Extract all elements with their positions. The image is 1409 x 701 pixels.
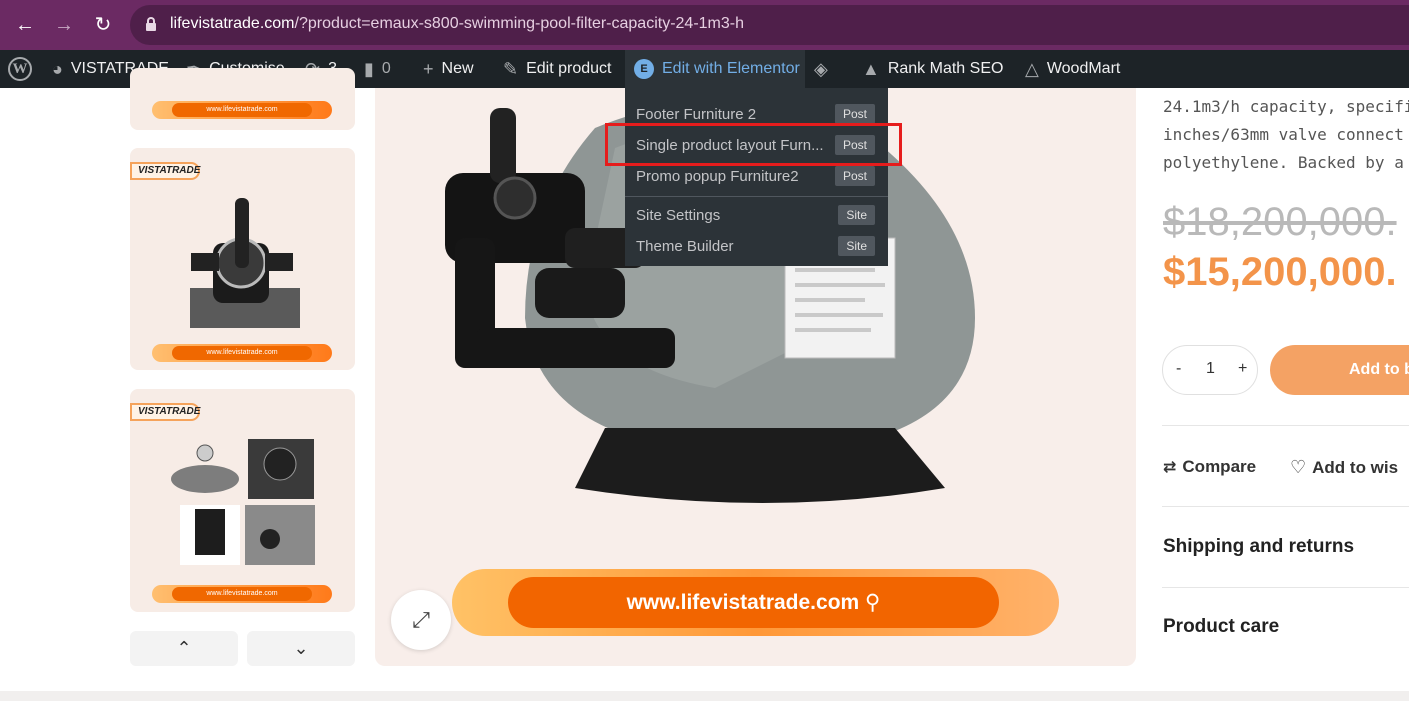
rank-math-icon: ▲ <box>862 59 880 79</box>
divider <box>1162 425 1409 426</box>
quantity-stepper: - 1 + <box>1162 345 1258 395</box>
sale-price: $15,200,000. <box>1163 250 1397 294</box>
menu-item-site-settings[interactable]: Site Settings Site <box>625 201 888 231</box>
rank-math-label: Rank Math SEO <box>887 60 1004 78</box>
product-description: 24.1m3/h capacity, specifical inches/63m… <box>1163 93 1409 177</box>
woodmart-menu[interactable]: △ WoodMart <box>1025 50 1120 88</box>
compare-icon: ⇄ <box>1163 459 1177 476</box>
menu-item-badge: Post <box>834 166 875 186</box>
menu-item-badge: Site <box>838 236 875 256</box>
description-line: polyethylene. Backed by a 12 <box>1163 153 1409 172</box>
edit-with-elementor-menu[interactable]: E Edit with Elementor <box>625 50 805 88</box>
quantity-plus-button[interactable]: + <box>1238 360 1247 378</box>
menu-item-theme-builder[interactable]: Theme Builder Site <box>625 232 888 262</box>
thumbnail-banner-text: www.lifevistatrade.com <box>172 587 312 601</box>
edit-product-link[interactable]: ✎ Edit product <box>503 50 611 88</box>
wishlist-link[interactable]: ♡ Add to wis <box>1290 457 1398 478</box>
shipping-returns-tab[interactable]: Shipping and returns <box>1163 536 1354 558</box>
expand-image-button[interactable]: ⤢ <box>391 590 451 650</box>
lock-icon <box>146 17 156 31</box>
divider <box>1162 587 1409 588</box>
thumbnail-2[interactable]: VISTATRADE www.lifevistatrade.com <box>130 148 355 370</box>
plus-icon: + <box>423 59 434 79</box>
wordpress-icon: W <box>8 56 32 81</box>
compare-link[interactable]: ⇄ Compare <box>1163 457 1256 477</box>
thumbnail-3[interactable]: VISTATRADE www.lifevistatrade.com <box>130 389 355 612</box>
menu-item-label: Promo popup Furniture2 <box>636 168 799 185</box>
thumbnail-banner-text: www.lifevistatrade.com <box>172 103 312 117</box>
menu-item-label: Theme Builder <box>636 238 734 255</box>
edit-with-elementor-label: Edit with Elementor <box>662 60 800 77</box>
thumbnails-up-button[interactable]: ⌃ <box>130 631 238 666</box>
comment-icon: ▮ <box>364 59 374 79</box>
browser-toolbar: ← → ↻ lifevistatrade.com/?product=emaux-… <box>0 0 1409 50</box>
wishlist-label: Add to wis <box>1312 458 1399 477</box>
url-host: lifevistatrade.com <box>170 15 295 32</box>
search-icon: ⚲ <box>865 591 881 614</box>
menu-divider <box>625 196 888 197</box>
rank-math-menu[interactable]: ▲ Rank Math SEO <box>862 50 1003 88</box>
description-line: 24.1m3/h capacity, specifical <box>1163 97 1409 116</box>
url-path: /?product=emaux-s800-swimming-pool-filte… <box>294 15 745 32</box>
heart-icon: ♡ <box>1290 457 1307 477</box>
menu-item-label: Footer Furniture 2 <box>636 106 757 123</box>
comments-link[interactable]: ▮ 0 <box>364 50 391 88</box>
comments-count: 0 <box>381 60 391 78</box>
page-footer-strip <box>0 691 1409 701</box>
expand-icon: ⤢ <box>412 607 430 632</box>
diamond-menu[interactable]: ◈ <box>814 50 836 88</box>
diamond-icon: ◈ <box>814 59 828 79</box>
thumbnail-banner: www.lifevistatrade.com <box>152 585 332 603</box>
compare-label: Compare <box>1182 457 1257 476</box>
chevron-down-icon: ⌄ <box>293 638 309 658</box>
woodmart-label: WoodMart <box>1046 60 1121 78</box>
menu-item-badge: Site <box>838 205 875 225</box>
site-banner-pill: www.lifevistatrade.com ⚲ <box>508 577 999 628</box>
valve-image <box>190 198 300 328</box>
product-care-tab[interactable]: Product care <box>1163 616 1279 638</box>
menu-item-badge: Post <box>834 104 875 124</box>
edit-product-label: Edit product <box>526 60 612 78</box>
reload-icon[interactable]: ↻ <box>90 12 116 38</box>
brand-tag: VISTATRADE <box>130 403 200 421</box>
annotation-highlight <box>605 123 902 166</box>
elementor-dropdown: Footer Furniture 2 Post Single product la… <box>625 88 888 266</box>
wp-logo-menu[interactable]: W <box>8 50 32 88</box>
thumbnail-banner-text: www.lifevistatrade.com <box>172 346 312 360</box>
new-content-menu[interactable]: + New <box>423 50 474 88</box>
chevron-up-icon: ⌃ <box>176 638 192 658</box>
quantity-minus-button[interactable]: - <box>1176 360 1181 378</box>
menu-item-label: Site Settings <box>636 207 721 224</box>
thumbnail-banner: www.lifevistatrade.com <box>152 101 332 119</box>
thumbnails-down-button[interactable]: ⌄ <box>247 631 355 666</box>
back-icon[interactable]: ← <box>12 12 38 38</box>
divider <box>1162 506 1409 507</box>
woodmart-icon: △ <box>1025 59 1039 79</box>
site-banner: www.lifevistatrade.com ⚲ <box>452 569 1059 636</box>
thumbnail-banner: www.lifevistatrade.com <box>152 344 332 362</box>
new-label: New <box>441 60 474 78</box>
dashboard-icon: ◕ <box>52 59 63 79</box>
parts-image <box>171 439 315 565</box>
url-text: lifevistatrade.com/?product=emaux-s800-s… <box>170 15 744 33</box>
address-bar[interactable]: lifevistatrade.com/?product=emaux-s800-s… <box>130 5 1409 45</box>
thumbnail-1[interactable]: www.lifevistatrade.com <box>130 68 355 130</box>
quantity-input[interactable]: 1 <box>1206 360 1215 378</box>
regular-price: $18,200,000. <box>1163 200 1397 244</box>
elementor-icon: E <box>634 58 654 79</box>
description-line: inches/63mm valve connect <box>1163 125 1404 144</box>
add-to-cart-button[interactable]: Add to b <box>1270 345 1409 395</box>
menu-item-promo-popup[interactable]: Promo popup Furniture2 Post <box>625 162 888 192</box>
brand-tag: VISTATRADE <box>130 162 200 180</box>
pencil-icon: ✎ <box>503 59 519 79</box>
site-banner-text: www.lifevistatrade.com <box>626 591 860 614</box>
forward-icon[interactable]: → <box>51 12 77 38</box>
